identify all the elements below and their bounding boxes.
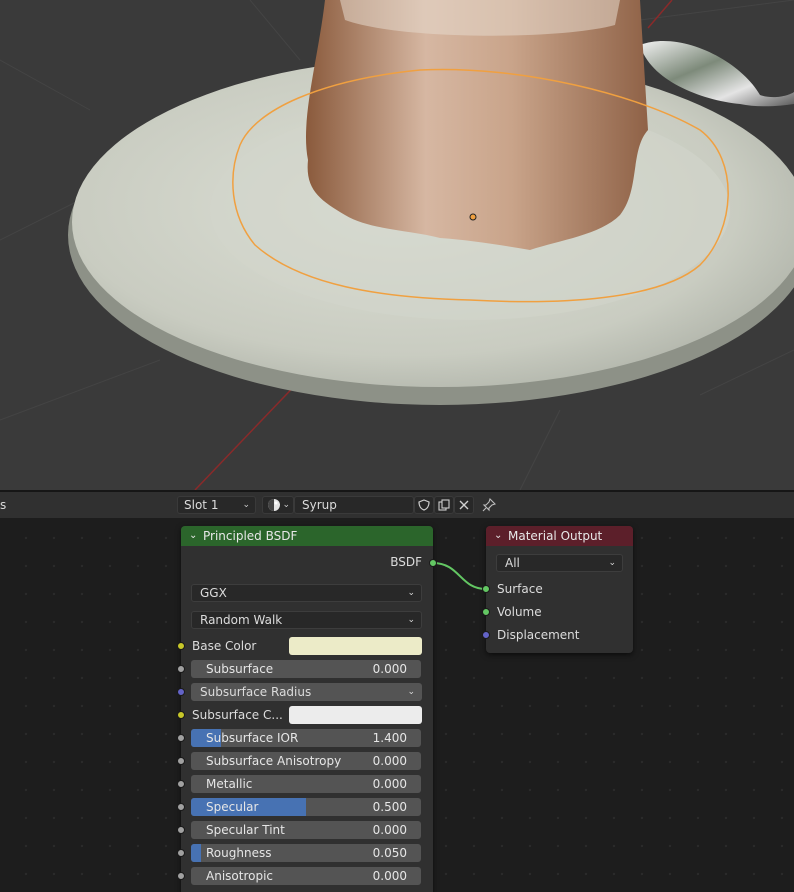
subsurface-socket[interactable] — [177, 665, 185, 673]
material-name: Syrup — [302, 498, 337, 512]
subsurface-radius-socket[interactable] — [177, 688, 185, 696]
chevron-down-icon: ⌄ — [282, 500, 290, 510]
specular-label: Specular — [206, 800, 259, 814]
material-name-field[interactable]: Syrup — [294, 496, 414, 514]
material-sphere-icon — [268, 499, 280, 511]
subsurface-label: Subsurface — [206, 662, 274, 676]
volume-label: Volume — [497, 605, 542, 619]
subsurface-radius-label: Subsurface Radius — [200, 685, 312, 699]
3d-viewport[interactable] — [0, 0, 794, 490]
metallic-value: 0.000 — [372, 777, 407, 791]
anisotropic-label: Anisotropic — [206, 869, 274, 883]
material-browse-button[interactable]: ⌄ — [262, 496, 294, 514]
subsurface-method-dropdown[interactable]: Random Walk ⌄ — [191, 611, 422, 629]
chevron-down-icon: ⌄ — [407, 615, 415, 625]
metallic-slider[interactable]: Metallic 0.000 — [191, 775, 421, 793]
subsurface-ior-slider[interactable]: Subsurface IOR 1.400 — [191, 729, 421, 747]
shader-editor-header: s Slot 1 ⌄ ⌄ Syrup — [0, 492, 794, 518]
surface-input-socket[interactable] — [482, 585, 490, 593]
viewport-scene — [0, 0, 794, 490]
chevron-down-icon: ⌄ — [407, 588, 415, 598]
x-axis-line-far — [647, 0, 673, 29]
roughness-value: 0.050 — [372, 846, 407, 860]
specular-tint-label: Specular Tint — [206, 823, 285, 837]
subsurface-anisotropy-socket[interactable] — [177, 757, 185, 765]
x-axis-line — [194, 374, 306, 490]
node-title: Principled BSDF — [203, 529, 298, 543]
subsurface-anisotropy-slider[interactable]: Subsurface Anisotropy 0.000 — [191, 752, 421, 770]
material-output-header[interactable]: ⌄ Material Output — [486, 526, 633, 546]
volume-input-socket[interactable] — [482, 608, 490, 616]
chevron-down-icon: ⌄ — [608, 558, 616, 568]
principled-bsdf-node[interactable]: ⌄ Principled BSDF BSDF GGX ⌄ Random Walk… — [177, 526, 437, 892]
anisotropic-socket[interactable] — [177, 872, 185, 880]
specular-slider[interactable]: Specular 0.500 — [191, 798, 421, 816]
metallic-label: Metallic — [206, 777, 253, 791]
slot-dropdown[interactable]: Slot 1 ⌄ — [177, 496, 256, 514]
subsurface-ior-value: 1.400 — [372, 731, 407, 745]
specular-socket[interactable] — [177, 803, 185, 811]
displacement-input-socket[interactable] — [482, 631, 490, 639]
subsurface-value: 0.000 — [372, 662, 407, 676]
roughness-label: Roughness — [206, 846, 272, 860]
anisotropic-value: 0.000 — [372, 869, 407, 883]
unlink-material-button[interactable] — [454, 496, 474, 514]
specular-tint-value: 0.000 — [372, 823, 407, 837]
subsurface-method-value: Random Walk — [200, 613, 283, 627]
base-color-label: Base Color — [192, 639, 257, 653]
subsurface-anisotropy-value: 0.000 — [372, 754, 407, 768]
roughness-slider[interactable]: Roughness 0.050 — [191, 844, 421, 862]
base-color-socket[interactable] — [177, 642, 185, 650]
principled-bsdf-header[interactable]: ⌄ Principled BSDF — [181, 526, 433, 546]
roughness-socket[interactable] — [177, 849, 185, 857]
roughness-fill — [191, 844, 201, 862]
subsurface-slider[interactable]: Subsurface 0.000 — [191, 660, 421, 678]
subsurface-ior-socket[interactable] — [177, 734, 185, 742]
bsdf-output-socket[interactable] — [429, 559, 437, 567]
displacement-label: Displacement — [497, 628, 580, 642]
fake-user-button[interactable] — [414, 496, 434, 514]
node-title: Material Output — [508, 529, 603, 543]
slot-label: Slot 1 — [184, 498, 219, 512]
anisotropic-slider[interactable]: Anisotropic 0.000 — [191, 867, 421, 885]
pin-icon[interactable] — [482, 498, 496, 512]
metallic-socket[interactable] — [177, 780, 185, 788]
distribution-dropdown[interactable]: GGX ⌄ — [191, 584, 422, 602]
subsurface-radius-dropdown[interactable]: Subsurface Radius ⌄ — [191, 683, 422, 701]
specular-tint-slider[interactable]: Specular Tint 0.000 — [191, 821, 421, 839]
subsurface-color-label: Subsurface C... — [192, 708, 283, 722]
specular-tint-socket[interactable] — [177, 826, 185, 834]
subsurface-color-swatch[interactable] — [289, 706, 422, 724]
object-origin — [469, 213, 477, 221]
pudding[interactable] — [305, 0, 648, 250]
material-output-node[interactable]: ⌄ Material Output All ⌄ Surface Volume D… — [482, 526, 633, 653]
surface-label: Surface — [497, 582, 543, 596]
subsurface-anisotropy-label: Subsurface Anisotropy — [206, 754, 342, 768]
node-editor-canvas[interactable]: ⌄ Principled BSDF BSDF GGX ⌄ Random Walk… — [0, 518, 794, 892]
chevron-down-icon: ⌄ — [407, 687, 415, 697]
subsurface-ior-label: Subsurface IOR — [206, 731, 299, 745]
shield-icon — [418, 499, 430, 511]
chevron-down-icon: ⌄ — [494, 530, 503, 541]
close-icon — [459, 500, 469, 510]
target-dropdown[interactable]: All ⌄ — [496, 554, 623, 572]
chevron-down-icon: ⌄ — [189, 530, 198, 541]
base-color-swatch[interactable] — [289, 637, 422, 655]
duplicate-icon — [438, 499, 450, 511]
distribution-value: GGX — [200, 586, 227, 600]
specular-value: 0.500 — [372, 800, 407, 814]
duplicate-material-button[interactable] — [434, 496, 454, 514]
subsurface-color-socket[interactable] — [177, 711, 185, 719]
chevron-down-icon: ⌄ — [242, 500, 250, 510]
bsdf-output-label: BSDF — [390, 555, 422, 569]
header-cut-text: s — [0, 498, 7, 512]
target-value: All — [505, 556, 520, 570]
